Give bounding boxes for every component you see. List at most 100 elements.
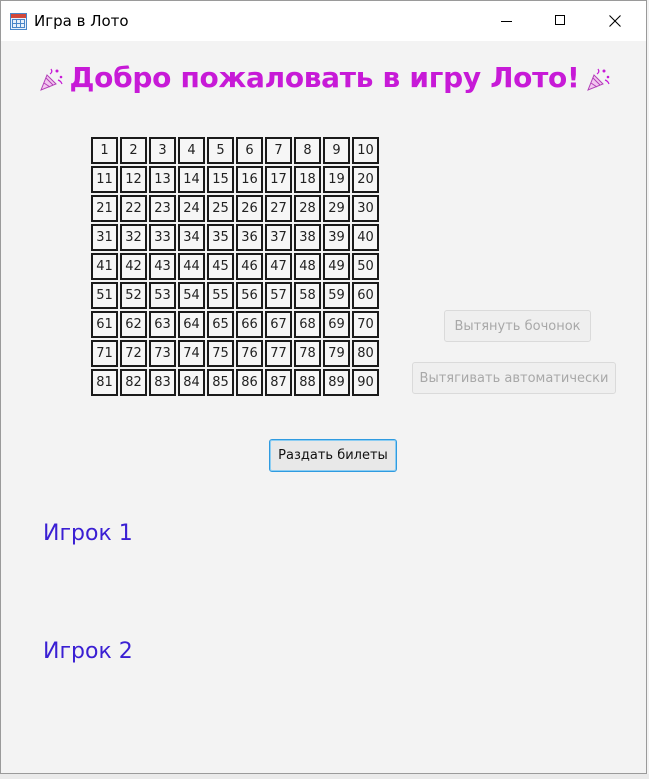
auto-draw-button[interactable]: Вытягивать автоматически: [412, 362, 616, 394]
board-cell: 63: [149, 311, 176, 338]
board-cell: 68: [294, 311, 321, 338]
board-cell: 7: [265, 137, 292, 164]
board-cell: 84: [178, 369, 205, 396]
board-cell: 78: [294, 340, 321, 367]
board-cell: 49: [323, 253, 350, 280]
board-cell: 25: [207, 195, 234, 222]
board-cell: 73: [149, 340, 176, 367]
board-cell: 47: [265, 253, 292, 280]
maximize-button[interactable]: [538, 1, 584, 41]
board-cell: 11: [91, 166, 118, 193]
deal-tickets-button[interactable]: Раздать билеты: [269, 439, 397, 472]
board-cell: 83: [149, 369, 176, 396]
board-cell: 19: [323, 166, 350, 193]
board-cell: 28: [294, 195, 321, 222]
board-cell: 46: [236, 253, 263, 280]
board-cell: 48: [294, 253, 321, 280]
player-2-label: Игрок 2: [43, 639, 133, 664]
taskbar-edge: [0, 774, 649, 779]
board-cell: 23: [149, 195, 176, 222]
board-cell: 54: [178, 282, 205, 309]
board-cell: 41: [91, 253, 118, 280]
board-cell: 42: [120, 253, 147, 280]
board-cell: 2: [120, 137, 147, 164]
board-cell: 1: [91, 137, 118, 164]
board-cell: 14: [178, 166, 205, 193]
board-cell: 69: [323, 311, 350, 338]
draw-barrel-button[interactable]: Вытянуть бочонок: [444, 310, 591, 342]
board-cell: 66: [236, 311, 263, 338]
minimize-button[interactable]: [484, 1, 530, 41]
board-cell: 39: [323, 224, 350, 251]
board-cell: 8: [294, 137, 321, 164]
board-cell: 71: [91, 340, 118, 367]
board-cell: 76: [236, 340, 263, 367]
board-cell: 53: [149, 282, 176, 309]
board-cell: 24: [178, 195, 205, 222]
board-cell: 56: [236, 282, 263, 309]
title-bar[interactable]: Игра в Лото: [1, 1, 646, 41]
board-cell: 36: [236, 224, 263, 251]
board-cell: 64: [178, 311, 205, 338]
board-cell: 72: [120, 340, 147, 367]
board-cell: 88: [294, 369, 321, 396]
board-cell: 62: [120, 311, 147, 338]
board-cell: 6: [236, 137, 263, 164]
board-cell: 75: [207, 340, 234, 367]
board-cell: 61: [91, 311, 118, 338]
board-cell: 13: [149, 166, 176, 193]
board-cell: 45: [207, 253, 234, 280]
board-cell: 65: [207, 311, 234, 338]
board-cell: 57: [265, 282, 292, 309]
board-cell: 18: [294, 166, 321, 193]
board-cell: 81: [91, 369, 118, 396]
minimize-icon: [501, 21, 512, 22]
board-cell: 90: [352, 369, 379, 396]
board-cell: 34: [178, 224, 205, 251]
party-popper-icon: [39, 68, 63, 91]
board-cell: 4: [178, 137, 205, 164]
board-cell: 87: [265, 369, 292, 396]
lotto-calendar-icon: [10, 13, 27, 30]
board-cell: 55: [207, 282, 234, 309]
player-1-label: Игрок 1: [43, 521, 133, 546]
board-cell: 43: [149, 253, 176, 280]
board-cell: 52: [120, 282, 147, 309]
board-cell: 89: [323, 369, 350, 396]
board-cell: 80: [352, 340, 379, 367]
board-cell: 50: [352, 253, 379, 280]
board-cell: 3: [149, 137, 176, 164]
board-cell: 58: [294, 282, 321, 309]
board-cell: 15: [207, 166, 234, 193]
board-cell: 20: [352, 166, 379, 193]
board-cell: 82: [120, 369, 147, 396]
board-cell: 26: [236, 195, 263, 222]
board-cell: 70: [352, 311, 379, 338]
board-cell: 85: [207, 369, 234, 396]
board-cell: 31: [91, 224, 118, 251]
board-cell: 27: [265, 195, 292, 222]
board-cell: 37: [265, 224, 292, 251]
board-cell: 60: [352, 282, 379, 309]
board-cell: 79: [323, 340, 350, 367]
heading-text: Добро пожаловать в игру Лото!: [69, 61, 580, 94]
board-cell: 12: [120, 166, 147, 193]
board-cell: 16: [236, 166, 263, 193]
board-cell: 29: [323, 195, 350, 222]
board-cell: 86: [236, 369, 263, 396]
app-window: Игра в Лото Добро пожаловать в игру Лото…: [0, 0, 647, 774]
number-board: 1 2 3 4 5 6 7 8 9 10 11 12 13 14 15 16 17 18 19 20 21 22 23 24 2…: [91, 137, 379, 396]
maximize-icon: [555, 15, 565, 25]
close-icon: [609, 15, 621, 27]
board-cell: 77: [265, 340, 292, 367]
board-cell: 22: [120, 195, 147, 222]
board-cell: 30: [352, 195, 379, 222]
close-button[interactable]: [592, 1, 638, 41]
board-cell: 9: [323, 137, 350, 164]
party-popper-icon: [587, 68, 611, 91]
board-cell: 59: [323, 282, 350, 309]
board-cell: 10: [352, 137, 379, 164]
welcome-heading: Добро пожаловать в игру Лото!: [1, 61, 648, 94]
board-cell: 21: [91, 195, 118, 222]
board-cell: 32: [120, 224, 147, 251]
